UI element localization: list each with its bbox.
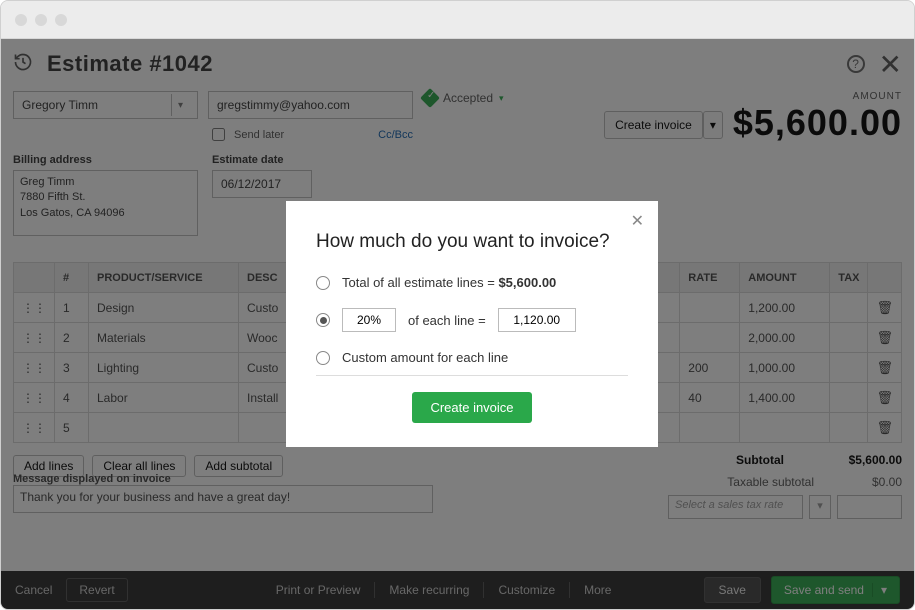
divider — [316, 375, 628, 376]
percent-input[interactable] — [342, 308, 396, 332]
option-percent[interactable]: of each line = — [316, 308, 628, 332]
option-total[interactable]: Total of all estimate lines = $5,600.00 — [316, 275, 628, 290]
close-icon[interactable]: ✕ — [631, 211, 644, 231]
option-custom[interactable]: Custom amount for each line — [316, 350, 628, 365]
percent-result-input[interactable] — [498, 308, 576, 332]
radio-icon — [316, 276, 330, 290]
radio-icon — [316, 313, 330, 327]
radio-icon — [316, 351, 330, 365]
create-invoice-button[interactable]: Create invoice — [412, 392, 531, 423]
modal-title: How much do you want to invoice? — [316, 231, 628, 253]
invoice-amount-modal: ✕ How much do you want to invoice? Total… — [286, 201, 658, 447]
window-chrome — [1, 1, 914, 39]
